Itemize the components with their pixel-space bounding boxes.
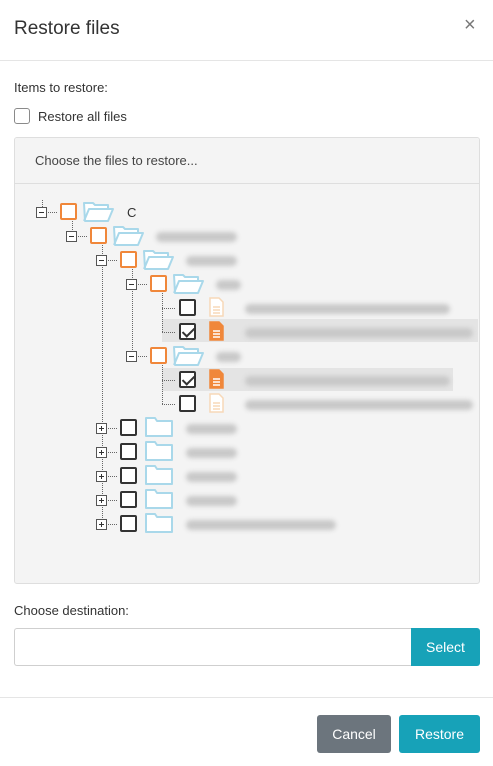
collapse-icon[interactable] <box>126 351 137 362</box>
tree-connector <box>162 290 163 332</box>
destination-input[interactable] <box>14 628 412 666</box>
checkbox-icon[interactable] <box>90 227 107 244</box>
folder-open-icon <box>173 274 204 294</box>
tree-item-label-redacted[interactable] <box>216 352 241 362</box>
select-destination-button[interactable]: Select <box>411 628 480 666</box>
tree-root-label[interactable]: C <box>127 205 136 220</box>
restore-all-label[interactable]: Restore all files <box>38 109 127 124</box>
checkbox-icon[interactable] <box>150 347 167 364</box>
checkbox-icon[interactable] <box>150 275 167 292</box>
file-tree: C <box>15 138 479 583</box>
tree-item-label-redacted[interactable] <box>186 496 237 506</box>
checkbox-icon[interactable] <box>179 371 196 388</box>
checkbox-icon[interactable] <box>120 251 137 268</box>
checkbox-icon[interactable] <box>120 467 137 484</box>
tree-item-label-redacted[interactable] <box>245 328 473 338</box>
tree-connector <box>138 356 147 357</box>
file-icon <box>209 393 224 413</box>
tree-connector <box>108 260 117 261</box>
expand-icon[interactable] <box>96 471 107 482</box>
items-to-restore-label: Items to restore: <box>14 80 108 95</box>
tree-item-label-redacted[interactable] <box>245 304 450 314</box>
tree-item-label-redacted[interactable] <box>245 376 450 386</box>
folder-icon <box>145 465 173 485</box>
checkbox-icon[interactable] <box>179 299 196 316</box>
collapse-icon[interactable] <box>36 207 47 218</box>
expand-icon[interactable] <box>96 423 107 434</box>
checkbox-icon[interactable] <box>179 323 196 340</box>
tree-connector <box>108 428 117 429</box>
dialog-header: Restore files × <box>0 0 493 61</box>
expand-icon[interactable] <box>96 495 107 506</box>
tree-connector <box>108 476 117 477</box>
checkbox-icon[interactable] <box>120 443 137 460</box>
tree-item-label-redacted[interactable] <box>245 400 473 410</box>
file-icon <box>209 369 224 389</box>
tree-connector <box>48 212 57 213</box>
checkbox-icon[interactable] <box>120 491 137 508</box>
tree-item-label-redacted[interactable] <box>186 520 336 530</box>
file-icon <box>209 321 224 341</box>
collapse-icon[interactable] <box>126 279 137 290</box>
tree-connector <box>78 236 87 237</box>
restore-all-checkbox[interactable] <box>14 108 30 124</box>
tree-connector <box>108 524 117 525</box>
expand-icon[interactable] <box>96 519 107 530</box>
checkbox-icon[interactable] <box>60 203 77 220</box>
tree-connector <box>108 452 117 453</box>
tree-item-label-redacted[interactable] <box>216 280 241 290</box>
tree-item-label-redacted[interactable] <box>186 256 237 266</box>
tree-connector <box>108 500 117 501</box>
folder-open-icon <box>83 202 114 222</box>
folder-open-icon <box>113 226 144 246</box>
collapse-icon[interactable] <box>66 231 77 242</box>
destination-label: Choose destination: <box>14 603 129 618</box>
folder-icon <box>145 441 173 461</box>
files-panel: Choose the files to restore... C <box>14 137 480 584</box>
expand-icon[interactable] <box>96 447 107 458</box>
cancel-button[interactable]: Cancel <box>317 715 391 753</box>
tree-connector <box>138 284 147 285</box>
dialog-title: Restore files <box>14 18 120 39</box>
checkbox-icon[interactable] <box>120 419 137 436</box>
folder-open-icon <box>143 250 174 270</box>
tree-item-label-redacted[interactable] <box>186 448 237 458</box>
tree-connector <box>162 362 163 404</box>
tree-connector <box>162 308 175 309</box>
checkbox-icon[interactable] <box>179 395 196 412</box>
tree-item-label-redacted[interactable] <box>156 232 237 242</box>
folder-open-icon <box>173 346 204 366</box>
tree-item-label-redacted[interactable] <box>186 472 237 482</box>
folder-icon <box>145 513 173 533</box>
close-icon[interactable]: × <box>464 14 476 37</box>
collapse-icon[interactable] <box>96 255 107 266</box>
checkbox-icon[interactable] <box>120 515 137 532</box>
folder-icon <box>145 417 173 437</box>
tree-connector <box>162 404 175 405</box>
restore-all-option[interactable]: Restore all files <box>14 108 127 124</box>
tree-connector <box>162 380 175 381</box>
file-icon <box>209 297 224 317</box>
folder-icon <box>145 489 173 509</box>
restore-button[interactable]: Restore <box>399 715 480 753</box>
tree-item-label-redacted[interactable] <box>186 424 237 434</box>
tree-connector <box>162 332 175 333</box>
